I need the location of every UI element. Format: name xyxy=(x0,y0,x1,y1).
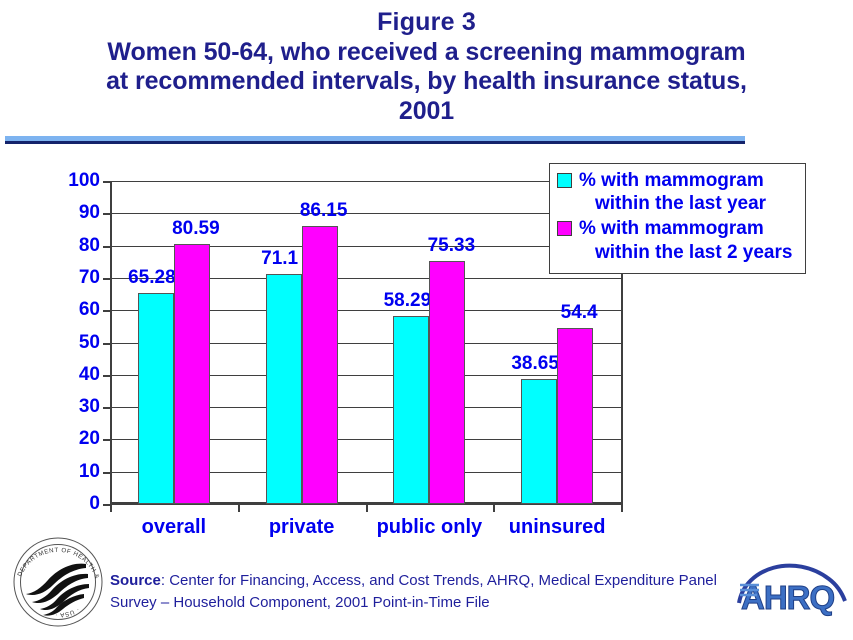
y-axis-label: 50 xyxy=(78,331,100,353)
bar-value-label: 80.59 xyxy=(172,217,220,239)
gridline xyxy=(110,181,621,182)
hhs-seal-logo: DEPARTMENT OF HEALTH & HUMAN SERVICES · … xyxy=(5,523,108,632)
source-text: : Center for Financing, Access, and Cost… xyxy=(110,572,717,611)
y-axis-tick xyxy=(103,213,110,216)
bar-value-label: 58.29 xyxy=(383,289,432,311)
bar-private-series2 xyxy=(301,225,338,504)
bar-public-only-series2 xyxy=(429,260,466,504)
legend-label: % with mammogram within the last year xyxy=(579,170,767,215)
y-axis-tick xyxy=(103,407,110,410)
gridline xyxy=(110,213,621,215)
chart-legend: % with mammogram within the last year% wi… xyxy=(549,163,806,274)
y-axis-tick xyxy=(103,181,110,183)
bar-value-label: 86.15 xyxy=(299,199,348,221)
bar-value-label: 71.1 xyxy=(261,248,299,270)
source-note: Source: Center for Financing, Access, an… xyxy=(110,570,750,614)
legend-label: % with mammogram within the last 2 years xyxy=(579,218,793,263)
y-axis-tick xyxy=(103,374,110,377)
legend-label-line2: within the last 2 years xyxy=(595,241,793,263)
legend-swatch-icon xyxy=(557,173,572,188)
y-axis-label: 10 xyxy=(78,460,100,482)
y-axis-tick xyxy=(103,277,110,280)
legend-swatch-icon xyxy=(557,221,572,237)
y-axis-tick xyxy=(103,471,110,474)
x-axis-category-overall: overall xyxy=(141,516,207,538)
legend-item-2[interactable]: % with mammogram within the last 2 years xyxy=(557,217,798,263)
page-title: Figure 3 Women 50-64, who received a scr… xyxy=(0,8,853,126)
bar-uninsured-series2 xyxy=(557,328,594,504)
y-axis-label: 80 xyxy=(78,234,100,256)
y-axis-tick xyxy=(103,310,110,313)
x-axis-tick xyxy=(237,504,240,512)
y-axis-tick xyxy=(103,504,110,506)
x-axis-tick xyxy=(493,504,496,512)
bar-overall-series2 xyxy=(173,243,210,504)
source-label: Source xyxy=(110,572,161,589)
title-line-year: 2001 xyxy=(398,96,455,125)
x-axis-category-uninsured: uninsured xyxy=(508,516,606,538)
bar-overall-series1 xyxy=(137,293,174,504)
bar-uninsured-series1 xyxy=(521,379,558,504)
y-axis-tick xyxy=(103,342,110,345)
x-axis-category-private: private xyxy=(268,516,335,538)
legend-label-line2: within the last year xyxy=(595,193,767,215)
y-axis-label: 20 xyxy=(78,428,100,450)
x-axis-category-public-only: public only xyxy=(376,516,483,538)
title-divider-rule xyxy=(5,136,745,144)
y-axis-label: 100 xyxy=(68,170,100,191)
bar-value-label: 65.28 xyxy=(128,267,176,289)
y-axis-tick xyxy=(103,245,110,248)
title-line-1: Women 50-64, who received a screening ma… xyxy=(107,37,746,66)
ahrq-logo: AHRQ xyxy=(737,557,849,629)
title-line-figure: Figure 3 xyxy=(377,8,476,36)
y-axis-label: 90 xyxy=(78,202,100,224)
bar-value-label: 75.33 xyxy=(427,234,476,256)
y-axis-label: 40 xyxy=(78,363,100,385)
x-axis-tick xyxy=(365,504,368,512)
x-axis-tick xyxy=(110,504,112,512)
y-axis-label: 0 xyxy=(89,493,100,514)
bar-chart: % with mammogram within the last year% wi… xyxy=(0,150,853,538)
bar-private-series1 xyxy=(265,274,302,504)
y-axis-tick xyxy=(103,439,110,442)
y-axis-label: 30 xyxy=(78,396,100,418)
bar-value-label: 38.65 xyxy=(511,353,559,375)
divider-dark-band xyxy=(5,141,745,144)
bar-public-only-series1 xyxy=(393,315,430,504)
legend-item-1[interactable]: % with mammogram within the last year xyxy=(557,169,798,215)
y-axis-label: 60 xyxy=(78,299,100,321)
x-axis-tick xyxy=(621,504,623,512)
title-line-2: at recommended intervals, by health insu… xyxy=(106,67,747,95)
y-axis-label: 70 xyxy=(78,266,100,288)
bar-value-label: 54.4 xyxy=(560,302,598,324)
